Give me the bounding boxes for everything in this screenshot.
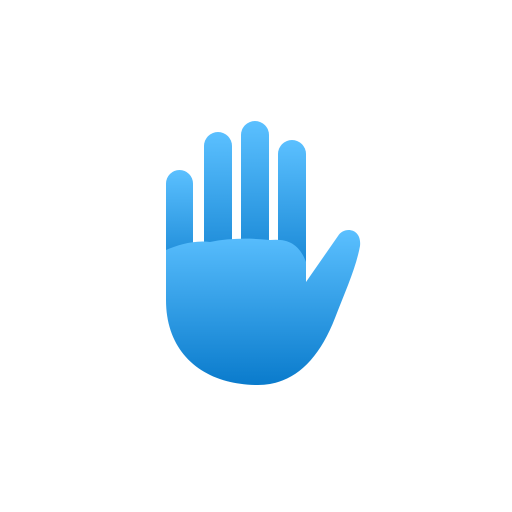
palm-and-thumb (166, 230, 361, 385)
raised-hand-icon-graphic (166, 121, 361, 385)
app-icon-canvas (0, 0, 512, 512)
raised-hand-icon (0, 0, 512, 512)
